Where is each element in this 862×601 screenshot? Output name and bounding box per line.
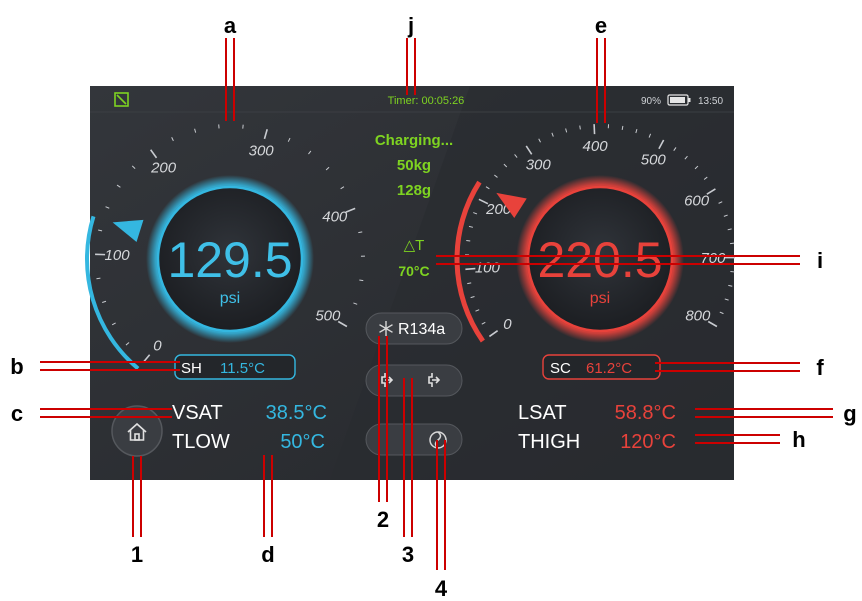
subcooling-value: 61.2°C [586,360,632,377]
lsat-label: LSAT [518,402,567,424]
gauge-tick-label: 0 [153,338,162,355]
annotated-screenshot: Timer: 00:05:26 90% 13:50 0 100 200 300 400 5… [10,13,856,601]
gauge-tick-label: 400 [583,138,609,155]
low-pressure-unit: psi [220,290,240,307]
callout-2: 2 [377,507,389,532]
superheat-badge: SH 11.5°C [174,354,296,380]
vsat-value: 38.5°C [266,402,327,424]
gauge-tick-label: 500 [315,308,341,325]
charging-label: Charging... [375,132,453,149]
callout-3: 3 [402,542,414,567]
callout-h: h [792,427,805,452]
gauge-tick [96,277,101,280]
subcooling-label: SC [550,360,571,377]
tlow-value: 50°C [280,431,325,453]
gauge-tick-label: 500 [641,151,667,168]
tlow-label: TLOW [172,431,230,453]
gauge-tick-label: 800 [685,308,711,325]
home-button[interactable] [111,405,163,457]
valve-switch-button[interactable] [365,364,463,397]
superheat-value: 11.5°C [220,360,265,377]
gauge-tick-label: 300 [526,156,552,173]
refrigerant-button[interactable]: R134a [365,312,463,345]
callout-j: j [407,13,414,38]
callout-f: f [816,355,824,380]
refrigerant-label: R134a [398,321,445,338]
clock-time: 13:50 [698,96,723,107]
delta-t-label: △T [404,237,425,254]
gauge-tick [621,125,624,130]
battery-percent: 90% [641,96,661,107]
gauge-tick [466,240,471,242]
gauge-tick-label: 400 [322,209,348,226]
high-pressure-unit: psi [590,290,610,307]
callout-i: i [817,248,823,273]
gauge-tick-label: 600 [684,192,710,209]
charge-weight-g: 128g [397,182,431,199]
thigh-label: THIGH [518,431,580,453]
gauge-tick [359,279,364,282]
subcooling-badge: SC 61.2°C [542,354,661,380]
callout-g: g [843,401,856,426]
callout-1: 1 [131,542,143,567]
callout-d: d [261,542,274,567]
fan-button[interactable] [365,423,463,456]
callout-a: a [224,13,237,38]
lsat-value: 58.8°C [615,402,676,424]
gauge-tick [579,125,581,130]
timer-text: Timer: 00:05:26 [388,95,465,107]
callout-e: e [595,13,607,38]
callout-b: b [10,354,23,379]
charge-weight-kg: 50kg [397,157,431,174]
gauge-tick-label: 0 [503,316,512,333]
vsat-label: VSAT [172,402,223,424]
gauge-tick-label: 100 [475,260,501,277]
callout-4: 4 [435,576,448,601]
low-pressure-value: 129.5 [167,232,292,288]
high-pressure-value: 220.5 [537,232,662,288]
superheat-label: SH [181,360,202,377]
delta-t-value: 70°C [398,263,429,279]
gauge-tick-label: 200 [150,160,177,177]
callout-c: c [11,401,23,426]
thigh-value: 120°C [620,431,676,453]
gauge-tick-label: 300 [249,142,275,159]
gauge-tick-label: 100 [105,247,131,264]
